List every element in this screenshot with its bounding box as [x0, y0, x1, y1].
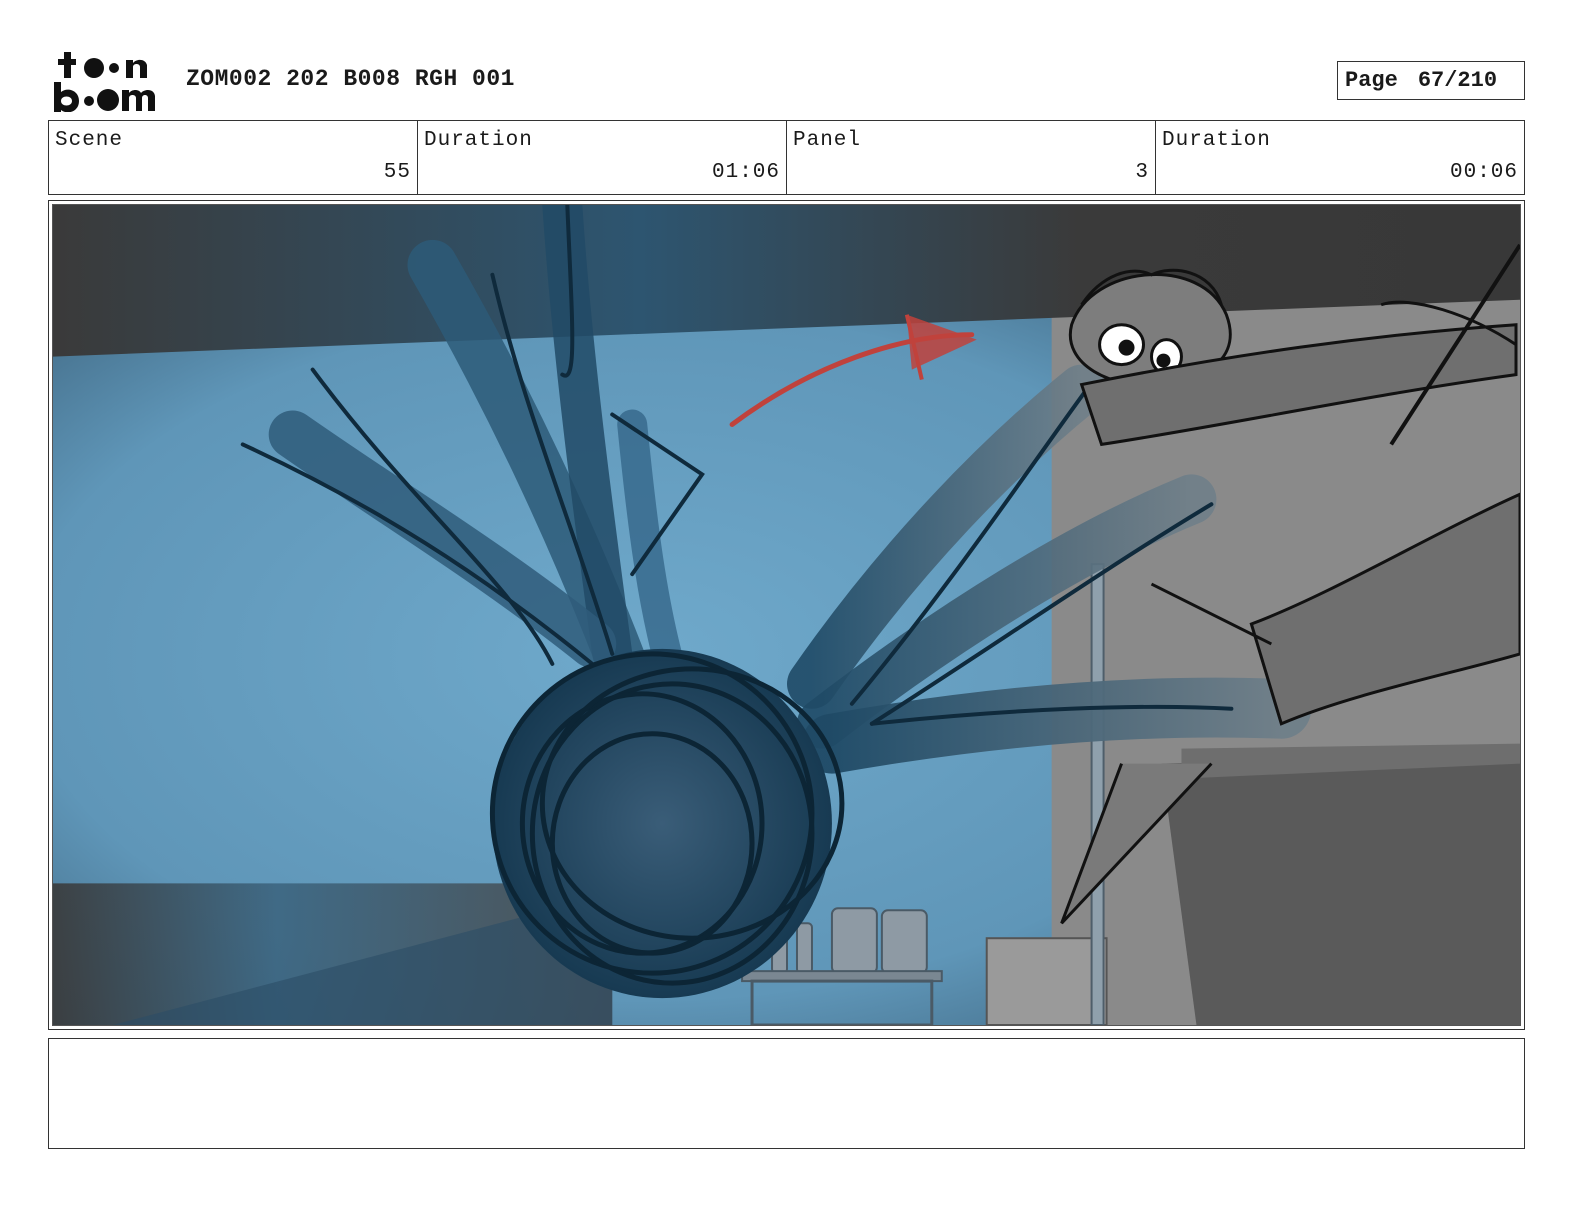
scene-info-row: Scene 55 Duration 01:06 Panel 3 Duration…: [48, 120, 1525, 195]
scene-duration-value: 01:06: [711, 161, 780, 184]
panel-duration-label: Duration: [1162, 129, 1271, 152]
scene-value: 55: [383, 161, 411, 184]
page-label: Page: [1345, 68, 1398, 93]
document-title: ZOM002 202 B008 RGH 001: [186, 66, 515, 92]
scene-duration-cell: Duration 01:06: [417, 121, 786, 194]
panel-frame: [48, 200, 1525, 1030]
scene-label: Scene: [55, 129, 124, 152]
panel-duration-value: 00:06: [1449, 161, 1518, 184]
panel-value: 3: [1135, 161, 1149, 184]
page-number: 67/210: [1417, 68, 1498, 93]
scene-duration-label: Duration: [424, 129, 533, 152]
toon-boom-logo: [52, 50, 164, 112]
scene-cell: Scene 55: [49, 121, 417, 194]
panel-cell: Panel 3: [786, 121, 1155, 194]
panel-label: Panel: [793, 129, 862, 152]
page-counter: Page 67/210: [1337, 61, 1525, 100]
panel-duration-cell: Duration 00:06: [1155, 121, 1524, 194]
storyboard-panel-image: [52, 204, 1521, 1026]
panel-notes-box: [48, 1038, 1525, 1149]
